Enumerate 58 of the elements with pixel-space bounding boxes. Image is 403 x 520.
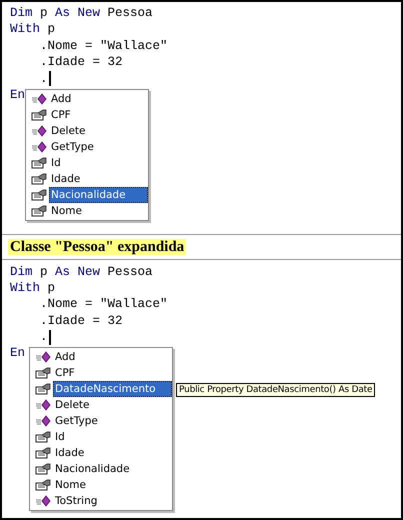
property-icon	[35, 366, 51, 379]
code-keyword: As New	[55, 5, 100, 22]
method-icon	[31, 125, 47, 137]
completion-item[interactable]: CPF	[49, 107, 73, 123]
property-icon	[35, 478, 51, 491]
completion-item[interactable]: Nome	[49, 203, 84, 219]
property-icon	[35, 430, 51, 443]
code-keyword: With	[10, 280, 40, 296]
code-text: .Nome = "Wallace"	[39, 38, 168, 54]
code-keyword: As New	[55, 264, 100, 280]
method-icon	[35, 398, 51, 411]
property-icon	[35, 446, 51, 459]
method-icon	[35, 350, 51, 363]
code-text: .Idade = 32	[39, 54, 123, 71]
caption: Classe "Pessoa" expandida	[8, 238, 186, 255]
code-text: .Idade = 32	[39, 312, 123, 330]
code-text: .	[39, 70, 48, 87]
property-icon	[31, 189, 47, 201]
completion-item[interactable]: GetType	[49, 139, 96, 155]
code-keyword: En	[10, 86, 26, 104]
completion-item[interactable]: Idade	[53, 444, 86, 461]
code-text: p	[46, 280, 56, 296]
code-keyword: With	[10, 21, 40, 38]
method-icon	[31, 141, 47, 153]
completion-item[interactable]: Idade	[49, 171, 82, 187]
property-icon	[35, 462, 51, 475]
property-icon	[31, 109, 47, 121]
completion-item[interactable]: Id	[53, 428, 67, 445]
completion-item[interactable]: Delete	[53, 396, 92, 413]
code-text: Pessoa	[106, 264, 153, 280]
property-icon	[31, 173, 47, 185]
code-text: p	[39, 264, 49, 280]
completion-item[interactable]: Nome	[53, 476, 88, 493]
method-icon	[35, 494, 51, 507]
property-icon	[31, 157, 47, 169]
code-text: p	[39, 5, 49, 22]
code-keyword: En	[10, 345, 26, 362]
code-text: .Nome = "Wallace"	[39, 296, 168, 313]
completion-item[interactable]: Nacionalidade	[49, 187, 148, 203]
tooltip: Public Property DatadeNascimento() As Date	[176, 382, 376, 397]
method-icon	[35, 414, 51, 427]
code-keyword: Dim	[10, 264, 33, 280]
completion-item[interactable]: Id	[49, 155, 63, 171]
property-icon	[31, 205, 47, 217]
code-text: p	[46, 21, 56, 38]
completion-item[interactable]: Add	[49, 91, 74, 107]
completion-item[interactable]: Add	[53, 348, 78, 365]
code-keyword: Dim	[10, 5, 33, 22]
property-icon	[35, 382, 51, 395]
completion-item[interactable]: Nacionalidade	[53, 460, 132, 477]
completion-item[interactable]: CPF	[53, 364, 77, 381]
completion-item[interactable]: DatadeNascimento	[53, 380, 172, 397]
code-text: Pessoa	[106, 5, 153, 22]
completion-item[interactable]: GetType	[53, 412, 100, 429]
completion-item[interactable]: Delete	[49, 123, 88, 139]
completion-item[interactable]: ToString	[53, 492, 100, 509]
method-icon	[31, 93, 47, 105]
code-text: .	[39, 329, 48, 346]
